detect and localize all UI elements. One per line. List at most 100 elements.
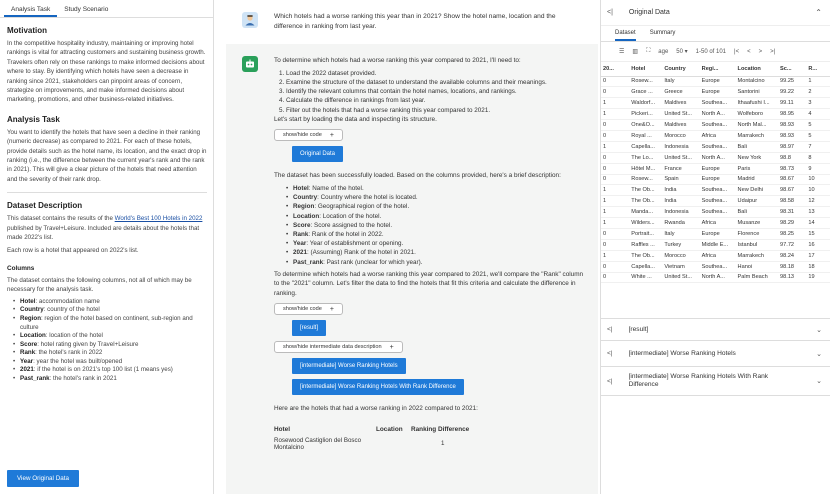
table-row[interactable]: 1 Capella... Indonesia Southea... Bali 98.97 7 xyxy=(601,141,830,153)
table-row[interactable]: 1 The Ob... India Southea... New Delhi 98.67 1… xyxy=(601,184,830,197)
dataset-link[interactable]: World's Best 100 Hotels in 2022 xyxy=(115,215,203,222)
column-header[interactable]: Location xyxy=(735,62,779,77)
table-cell: Montalcino xyxy=(735,76,779,88)
chat-area: Which hotels had a worse ranking this ye… xyxy=(226,0,598,494)
next-page-icon[interactable]: > xyxy=(759,49,763,55)
panel-tabs: Dataset Summary xyxy=(601,26,830,42)
column-item: Year: year the hotel was built/opened xyxy=(13,358,207,367)
steps-list: Load the 2022 dataset provided.Examine t… xyxy=(274,69,584,115)
description-desc: : Geographical region of the hotel. xyxy=(314,203,410,211)
analysis-task-title: Analysis Task xyxy=(7,114,60,124)
toggle-intermediate-label: show/hide intermediate data description xyxy=(283,344,382,351)
table-cell: North A... xyxy=(699,272,736,284)
description-desc: : Rank of the hotel in 2022. xyxy=(308,231,384,238)
table-cell: Madrid xyxy=(735,174,779,186)
table-cell: India xyxy=(662,184,700,197)
description-desc: : Country where the hotel is located. xyxy=(317,194,418,202)
table-cell: Southea... xyxy=(699,206,736,219)
table-cell: 3 xyxy=(806,97,830,110)
column-header[interactable]: Country xyxy=(662,62,700,77)
column-item: 2021: if the hotel is on 2021's top 100 … xyxy=(13,366,207,375)
table-row[interactable]: 1 Waldorf... Maldives Southea... Ithaafushi … xyxy=(601,97,830,110)
show-hide-code-button-2[interactable]: show/hide code + xyxy=(274,303,343,316)
table-cell: 98.18 xyxy=(778,261,807,273)
table-cell: Italy xyxy=(662,228,700,240)
result-button[interactable]: [result] xyxy=(292,320,327,337)
intermediate-worse-ranking-button[interactable]: [intermediate] Worse Ranking Hotels xyxy=(292,358,406,375)
column-name: Region xyxy=(20,314,41,322)
page-size-select[interactable]: 50 ▾ xyxy=(676,48,687,55)
table-row[interactable]: 1 Pickeri... United St... North A... Wolfebo… xyxy=(601,108,830,121)
tab-analysis-task[interactable]: Analysis Task xyxy=(4,0,58,17)
description-desc: : (Assuming) Rank of the hotel in 2021. xyxy=(307,249,416,257)
column-header[interactable]: Regi... xyxy=(699,62,736,77)
table-row[interactable]: 0 Rosew... Spain Europe Madrid 98.67 10 xyxy=(601,174,830,186)
table-row[interactable]: 1 Manda... Indonesia Southea... Bali 98.31 13 xyxy=(601,206,830,219)
accordion-rank-difference[interactable]: <| [intermediate] Worse Ranking Hotels W… xyxy=(601,366,830,396)
column-header[interactable]: Sc... xyxy=(778,62,807,77)
table-cell: Greece xyxy=(662,86,700,99)
table-row[interactable]: 0 The Lo... United St... North A... New York… xyxy=(601,152,830,164)
column-header[interactable]: R... xyxy=(806,62,830,77)
columns-intro: The dataset contains the following colum… xyxy=(7,276,192,294)
divider xyxy=(7,192,207,194)
chevron-up-icon[interactable]: ⌃ xyxy=(815,8,822,17)
table-cell: Grace ... xyxy=(629,86,663,99)
table-row[interactable]: 0 Capella... Vietnam Southea... Hanoi 98.18 18 xyxy=(601,261,830,273)
fullscreen-icon[interactable]: ⛶ xyxy=(646,48,650,55)
chevron-down-icon: ⌄ xyxy=(816,378,822,385)
show-hide-code-button[interactable]: show/hide code + xyxy=(274,129,343,142)
table-cell: Rwanda xyxy=(662,217,700,229)
table-row[interactable]: 0 Royal ... Morocco Africa Marrakech 98.93 5 xyxy=(601,130,830,142)
table-cell: 1 xyxy=(601,97,630,110)
motivation-text: In the competitive hospitality industry,… xyxy=(7,40,206,104)
column-header[interactable]: Hotel xyxy=(629,62,663,77)
table-row[interactable]: 0 White ... United St... North A... Palm Bea… xyxy=(601,272,830,284)
table-cell: Morocco xyxy=(662,250,700,262)
dataset-text-post: published by Travel+Leisure. Included ar… xyxy=(7,224,200,242)
show-hide-intermediate-button[interactable]: show/hide intermediate data description + xyxy=(274,341,403,354)
column-header[interactable]: 20... xyxy=(601,62,630,77)
table-row[interactable]: 0 Grace ... Greece Europe Santorini 99.22 2 xyxy=(601,86,830,99)
table-cell: 98.13 xyxy=(778,272,807,284)
table-cell: Spain xyxy=(662,174,700,186)
table-row[interactable]: 0 Rosew... Italy Europe Montalcino 99.25 1 xyxy=(601,76,830,88)
accordion-worse-ranking-label: [intermediate] Worse Ranking Hotels xyxy=(628,349,736,357)
assistant-content: To determine which hotels had a worse ra… xyxy=(274,56,584,453)
table-cell: France xyxy=(662,163,700,175)
dataset-text-pre: This dataset contains the results of the xyxy=(7,215,115,223)
column-desc: : year the hotel was built/opened xyxy=(33,357,123,365)
collapse-chevron-icon[interactable]: <| xyxy=(607,9,613,16)
filter-icon[interactable]: ☰ xyxy=(619,48,624,55)
toggle-code-label-2: show/hide code xyxy=(283,306,322,313)
result-header-location: Location xyxy=(376,425,403,433)
column-item: Location: location of the hotel xyxy=(13,332,207,341)
table-row[interactable]: 1 The Ob... Morocco Africa Marrakech 98.24 17 xyxy=(601,250,830,262)
tab-summary[interactable]: Summary xyxy=(650,26,676,41)
intermediate-rank-difference-button[interactable]: [intermediate] Worse Ranking Hotels With… xyxy=(292,379,464,396)
table-row[interactable]: 0 Hôtel M... France Europe Paris 98.73 9 xyxy=(601,163,830,175)
table-row[interactable]: 0 One&O... Maldives Southea... North Mal... 9… xyxy=(601,119,830,131)
columns-icon[interactable]: ▥ xyxy=(632,48,638,55)
table-cell: 1 xyxy=(601,141,630,153)
accordion-worse-ranking[interactable]: <| [intermediate] Worse Ranking Hotels ⌄ xyxy=(601,340,830,366)
table-row[interactable]: 0 Portrait... Italy Europe Florence 98.25 15 xyxy=(601,228,830,240)
prev-page-icon[interactable]: < xyxy=(747,49,751,55)
tab-dataset[interactable]: Dataset xyxy=(615,26,636,41)
table-cell: North A... xyxy=(699,108,736,121)
accordion-result[interactable]: <| [result] ⌄ xyxy=(601,318,830,340)
table-cell: 0 xyxy=(601,261,630,273)
view-original-data-button[interactable]: View Original Data xyxy=(7,470,79,487)
last-page-icon[interactable]: >| xyxy=(770,49,775,55)
description-name: Score xyxy=(293,221,311,229)
table-row[interactable]: 1 The Ob... India Southea... Udaipur 98.58 12 xyxy=(601,195,830,208)
first-page-icon[interactable]: |< xyxy=(734,49,739,55)
user-message: Which hotels had a worse ranking this ye… xyxy=(226,0,598,44)
tab-study-scenario[interactable]: Study Scenario xyxy=(57,0,115,17)
table-cell: United St... xyxy=(662,108,700,121)
table-row[interactable]: 1 Wilders... Rwanda Africa Musanze 98.29 14 xyxy=(601,217,830,229)
table-row[interactable]: 0 Raffles ... Turkey Middle E... Istanbul 97.… xyxy=(601,239,830,251)
original-data-button[interactable]: Original Data xyxy=(292,146,344,163)
table-cell: 19 xyxy=(806,272,830,284)
table-cell: 15 xyxy=(806,228,830,240)
